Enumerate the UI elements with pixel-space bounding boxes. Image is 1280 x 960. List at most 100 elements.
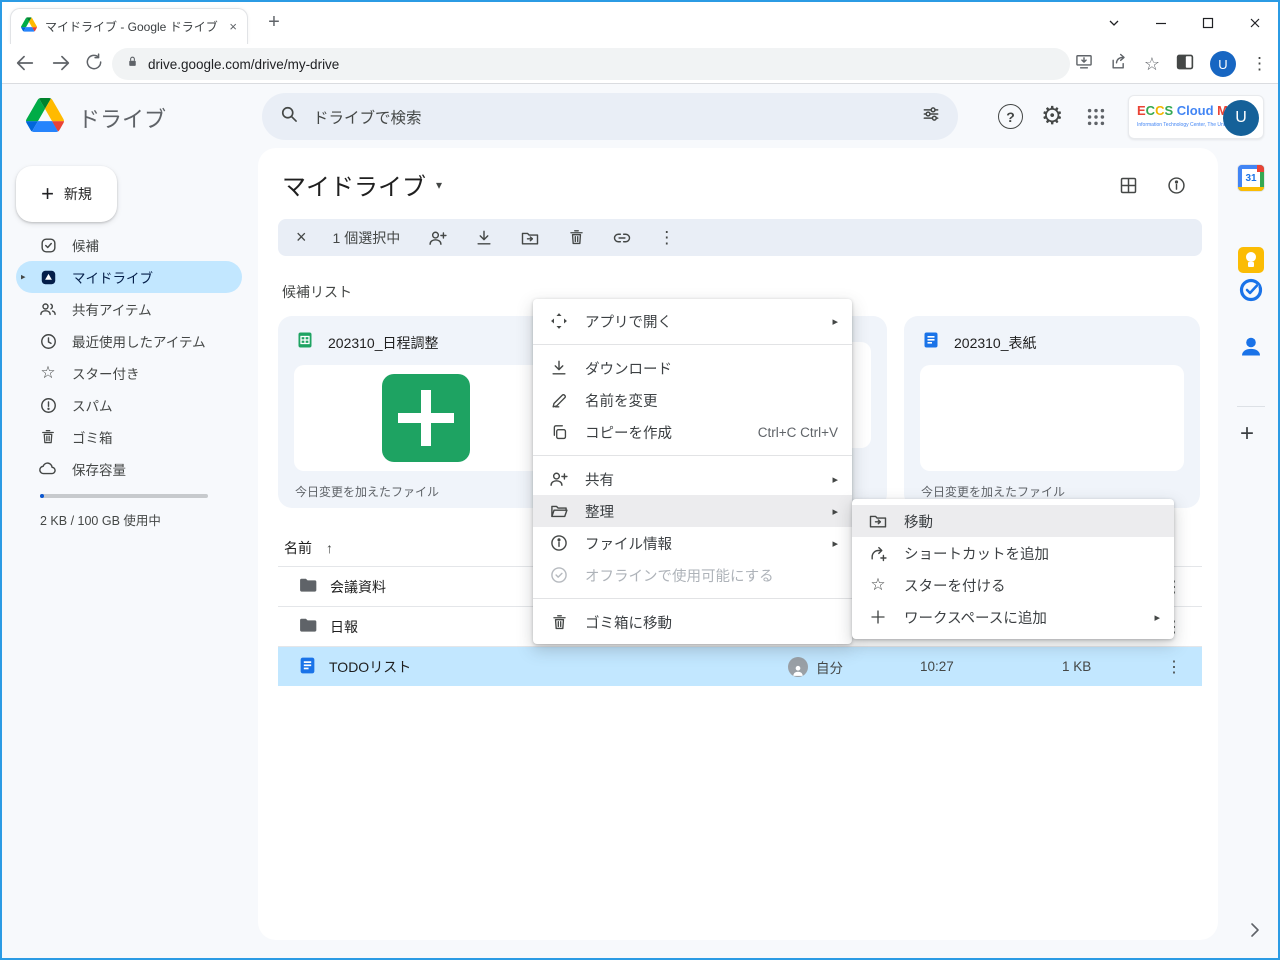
apps-grid-icon[interactable] xyxy=(1085,106,1107,133)
details-info-icon[interactable] xyxy=(1166,175,1187,201)
calendar-icon[interactable]: 31 xyxy=(1238,165,1264,191)
side-panel-icon[interactable] xyxy=(1175,53,1195,76)
menu-item-move-to-trash[interactable]: ゴミ箱に移動 xyxy=(533,606,852,638)
sidebar-item-my-drive[interactable]: ▸ マイドライブ xyxy=(16,261,242,293)
menu-item-download[interactable]: ダウンロード xyxy=(533,352,852,384)
sidebar-item-suggestions[interactable]: 候補 xyxy=(16,229,242,261)
submenu-item-add-shortcut[interactable]: ショートカットを追加 xyxy=(852,537,1174,569)
settings-gear-icon[interactable]: ⚙ xyxy=(1041,101,1063,131)
browser-tab[interactable]: マイドライブ - Google ドライブ × xyxy=(10,8,248,44)
share-icon[interactable] xyxy=(1109,52,1129,77)
window-menu-chevron-icon[interactable] xyxy=(1090,2,1137,44)
sidebar-item-shared[interactable]: 共有アイテム xyxy=(16,293,242,325)
submenu-item-add-star[interactable]: ☆ スターを付ける xyxy=(852,569,1174,601)
sidebar-nav: 候補 ▸ マイドライブ 共有アイテム 最近使用したアイテム ☆ スター付き xyxy=(0,229,256,485)
row-more-icon[interactable]: ⋮ xyxy=(1166,657,1182,677)
search-options-icon[interactable] xyxy=(921,104,941,129)
sort-ascending-icon[interactable]: ↑ xyxy=(326,540,333,556)
clear-selection-icon[interactable]: × xyxy=(296,227,307,248)
sidebar-item-storage[interactable]: 保存容量 xyxy=(16,453,242,485)
keep-icon[interactable] xyxy=(1238,247,1264,273)
search-input[interactable]: ドライブで検索 xyxy=(262,93,958,140)
tasks-icon[interactable] xyxy=(1238,277,1264,303)
search-placeholder: ドライブで検索 xyxy=(313,106,907,128)
view-toggle-icon[interactable] xyxy=(1118,175,1139,201)
organize-submenu: 移動 ショートカットを追加 ☆ スターを付ける ワークスペースに追加 ▸ xyxy=(852,499,1174,639)
sidebar-item-recent[interactable]: 最近使用したアイテム xyxy=(16,325,242,357)
tab-close-icon[interactable]: × xyxy=(229,19,237,34)
file-name: TODOリスト xyxy=(329,657,411,677)
trash-icon xyxy=(549,612,569,632)
submenu-item-add-to-workspace[interactable]: ワークスペースに追加 ▸ xyxy=(852,601,1174,633)
expand-arrow-icon[interactable]: ▸ xyxy=(21,272,26,283)
rename-pencil-icon xyxy=(549,390,569,410)
menu-divider xyxy=(533,455,852,456)
browser-menu-icon[interactable]: ⋮ xyxy=(1251,54,1268,74)
plus-icon xyxy=(868,607,888,627)
get-link-icon[interactable] xyxy=(612,228,632,248)
starred-icon: ☆ xyxy=(38,363,58,383)
new-button-label: 新規 xyxy=(64,184,92,204)
suggestion-card-3[interactable]: 202310_表紙 今日変更を加えたファイル xyxy=(904,316,1200,508)
docs-file-icon xyxy=(922,331,940,354)
spam-icon xyxy=(38,395,58,415)
trash-icon[interactable] xyxy=(566,228,586,248)
download-icon[interactable] xyxy=(474,228,494,248)
folder-icon xyxy=(298,575,318,598)
submenu-item-move[interactable]: 移動 xyxy=(852,505,1174,537)
suggestions-icon xyxy=(38,235,58,255)
contacts-icon[interactable] xyxy=(1238,333,1264,359)
sheets-thumbnail-icon xyxy=(382,374,470,462)
move-folder-icon[interactable] xyxy=(520,228,540,248)
menu-item-rename[interactable]: 名前を変更 xyxy=(533,384,852,416)
window-close-icon[interactable] xyxy=(1231,2,1278,44)
back-button[interactable] xyxy=(14,52,36,79)
selection-count: 1 個選択中 xyxy=(333,228,401,248)
account-avatar[interactable]: U xyxy=(1223,100,1259,136)
bookmark-star-icon[interactable]: ☆ xyxy=(1144,54,1160,75)
card-preview xyxy=(920,365,1184,471)
owner-cell: 自分 xyxy=(788,657,843,677)
add-addon-icon[interactable]: + xyxy=(1240,420,1254,448)
strip-divider xyxy=(1237,406,1265,407)
file-name: 会議資料 xyxy=(330,577,386,597)
open-with-icon xyxy=(549,311,569,331)
file-row-selected[interactable]: TODOリスト 自分 10:27 1 KB ⋮ xyxy=(278,646,1202,686)
page-title[interactable]: マイドライブ ▾ xyxy=(282,167,442,202)
caret-down-icon: ▾ xyxy=(436,178,442,192)
menu-item-share[interactable]: 共有 ▸ xyxy=(533,463,852,495)
copy-icon xyxy=(549,422,569,442)
window-minimize-icon[interactable] xyxy=(1137,2,1184,44)
storage-progress-bar xyxy=(40,494,208,498)
browser-titlebar: マイドライブ - Google ドライブ × + xyxy=(0,0,1280,44)
menu-item-make-copy[interactable]: コピーを作成 Ctrl+C Ctrl+V xyxy=(533,416,852,448)
menu-item-open-with[interactable]: アプリで開く ▸ xyxy=(533,305,852,337)
search-icon xyxy=(279,104,299,129)
new-tab-button[interactable]: + xyxy=(262,11,286,34)
sidebar-item-starred[interactable]: ☆ スター付き xyxy=(16,357,242,389)
folder-open-icon xyxy=(549,501,569,521)
more-actions-icon[interactable]: ⋮ xyxy=(658,228,675,248)
reload-button[interactable] xyxy=(84,52,104,77)
address-bar[interactable]: drive.google.com/drive/my-drive xyxy=(112,48,1070,80)
new-button[interactable]: + 新規 xyxy=(16,166,117,222)
move-folder-icon xyxy=(868,511,888,531)
window-maximize-icon[interactable] xyxy=(1184,2,1231,44)
install-icon[interactable] xyxy=(1074,52,1094,77)
browser-avatar[interactable]: U xyxy=(1210,51,1236,77)
lock-icon xyxy=(126,54,139,74)
help-icon[interactable]: ? xyxy=(998,104,1023,129)
drive-logo-icon xyxy=(26,98,64,137)
selection-toolbar: × 1 個選択中 ⋮ xyxy=(278,219,1202,256)
share-person-add-icon[interactable] xyxy=(428,228,448,248)
menu-item-organize[interactable]: 整理 ▸ xyxy=(533,495,852,527)
hide-side-panel-chevron-icon[interactable] xyxy=(1250,922,1260,943)
sidebar-item-trash[interactable]: ゴミ箱 xyxy=(16,421,242,453)
card-file-name: 202310_日程調整 xyxy=(328,333,439,353)
menu-item-file-info[interactable]: ファイル情報 ▸ xyxy=(533,527,852,559)
forward-button[interactable] xyxy=(50,52,72,79)
suggestion-card-1[interactable]: 202310_日程調整 今日変更を加えたファイル xyxy=(278,316,574,508)
storage-progress-fill xyxy=(40,494,44,498)
folder-icon xyxy=(298,615,318,638)
sidebar-item-spam[interactable]: スパム xyxy=(16,389,242,421)
